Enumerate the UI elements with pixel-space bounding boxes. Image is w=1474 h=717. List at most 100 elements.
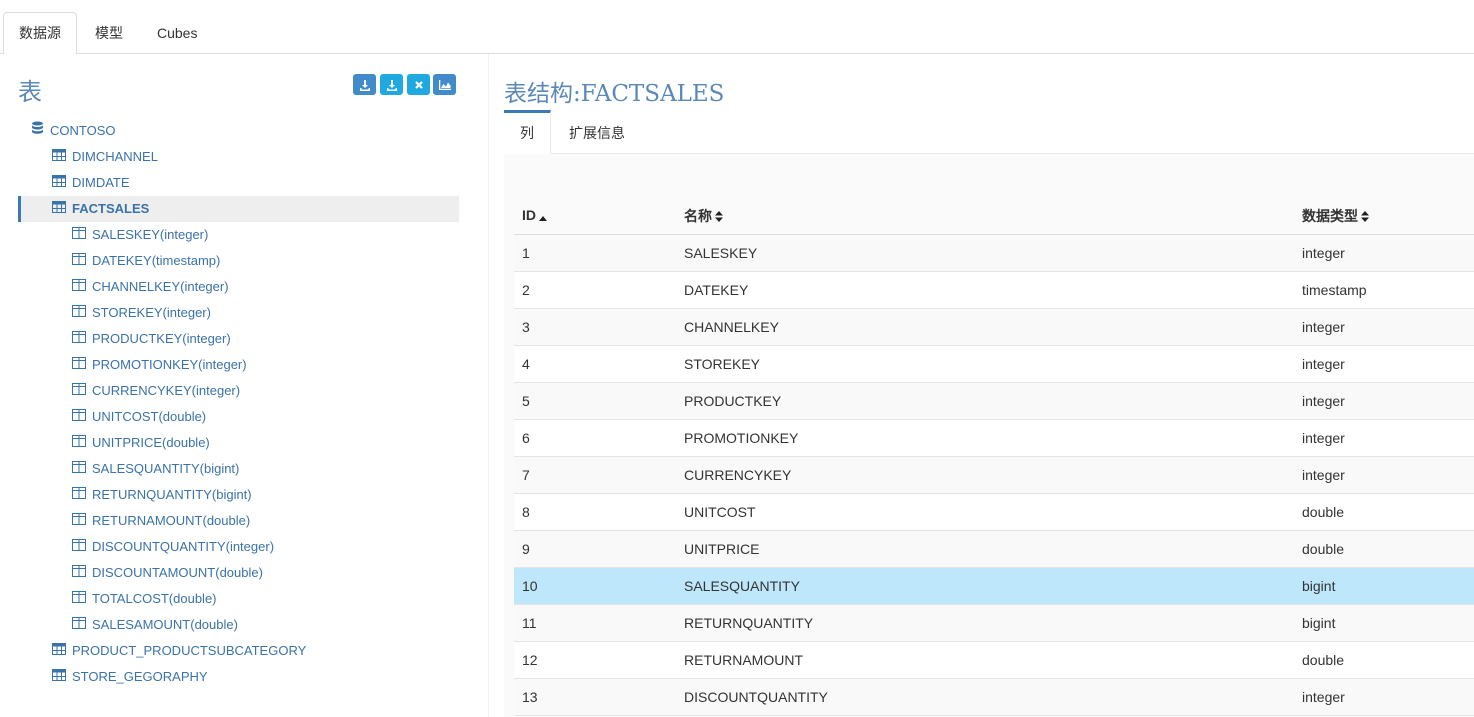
download-icon [359, 79, 370, 91]
download-icon [386, 79, 397, 91]
cell-name: UNITCOST [676, 493, 1294, 531]
cell-id: 13 [514, 678, 676, 716]
columns-table: ID 名称 数据类型 1 SALESKEY integer 2 DATEKEY times… [514, 198, 1474, 716]
cell-datatype: integer [1294, 382, 1474, 420]
cell-id: 12 [514, 641, 676, 679]
tree-column[interactable]: PRODUCTKEY(integer) [72, 326, 231, 352]
tree-table-label: FACTSALES [72, 201, 150, 216]
cell-name: SALESQUANTITY [676, 567, 1294, 605]
tree-column[interactable]: DISCOUNTAMOUNT(double) [72, 560, 263, 586]
download-button[interactable] [380, 74, 403, 95]
table-row[interactable]: 4 STOREKEY integer [514, 345, 1474, 383]
tree-column[interactable]: SALESAMOUNT(double) [72, 612, 238, 638]
tree-item-label: SALESAMOUNT(double) [92, 617, 238, 632]
tree-column[interactable]: STOREKEY(integer) [72, 300, 211, 326]
tree-table[interactable]: PRODUCT_PRODUCTSUBCATEGORY [52, 638, 306, 664]
tree-table[interactable]: DIMDATE [52, 170, 130, 196]
cell-name: DATEKEY [676, 271, 1294, 309]
close-icon [414, 80, 423, 89]
table-row[interactable]: 10 SALESQUANTITY bigint [514, 567, 1474, 605]
tree-column[interactable]: TOTALCOST(double) [72, 586, 217, 612]
tab-extended-info-label: 扩展信息 [569, 125, 625, 141]
cell-datatype: double [1294, 530, 1474, 568]
cell-name: CHANNELKEY [676, 308, 1294, 346]
tree-column[interactable]: PROMOTIONKEY(integer) [72, 352, 247, 378]
table-row[interactable]: 2 DATEKEY timestamp [514, 271, 1474, 309]
cell-name: RETURNQUANTITY [676, 604, 1294, 642]
column-icon [72, 586, 86, 612]
structure-tab-bar: 列 扩展信息 [504, 110, 1474, 155]
cell-datatype: bigint [1294, 604, 1474, 642]
table-row[interactable]: 6 PROMOTIONKEY integer [514, 419, 1474, 457]
tree-item-label: CHANNELKEY(integer) [92, 279, 229, 294]
tree-column[interactable]: SALESQUANTITY(bigint) [72, 456, 239, 482]
table-row[interactable]: 11 RETURNQUANTITY bigint [514, 604, 1474, 642]
column-icon [72, 326, 86, 352]
table-row[interactable]: 13 DISCOUNTQUANTITY integer [514, 678, 1474, 716]
tree-column[interactable]: RETURNAMOUNT(double) [72, 508, 250, 534]
top-tab-bar: 数据源 模型 Cubes [0, 0, 1474, 55]
cell-id: 3 [514, 308, 676, 346]
table-row[interactable]: 12 RETURNAMOUNT double [514, 641, 1474, 679]
tree-column[interactable]: DISCOUNTQUANTITY(integer) [72, 534, 274, 560]
tree-column[interactable]: SALESKEY(integer) [72, 222, 208, 248]
header-datatype[interactable]: 数据类型 [1294, 198, 1474, 235]
table-row[interactable]: 7 CURRENCYKEY integer [514, 456, 1474, 494]
header-id[interactable]: ID [514, 198, 676, 235]
import-button[interactable] [353, 74, 376, 95]
cell-datatype: double [1294, 641, 1474, 679]
delete-button[interactable] [407, 74, 430, 95]
table-row[interactable]: 1 SALESKEY integer [514, 234, 1474, 272]
cell-datatype: integer [1294, 345, 1474, 383]
cell-id: 4 [514, 345, 676, 383]
tree-item-label: PRODUCTKEY(integer) [92, 331, 231, 346]
cell-id: 2 [514, 271, 676, 309]
tree-item-label: SALESQUANTITY(bigint) [92, 461, 240, 476]
tab-extended-info[interactable]: 扩展信息 [553, 110, 641, 154]
tree-column[interactable]: CURRENCYKEY(integer) [72, 378, 240, 404]
table-row[interactable]: 3 CHANNELKEY integer [514, 308, 1474, 346]
cell-name: CURRENCYKEY [676, 456, 1294, 494]
tab-datasource[interactable]: 数据源 [3, 12, 77, 55]
tree-item-label: STORE_GEGORAPHY [72, 669, 208, 684]
tree-table[interactable]: DIMCHANNEL [52, 144, 158, 170]
cell-id: 9 [514, 530, 676, 568]
cell-id: 1 [514, 234, 676, 272]
column-icon [72, 534, 86, 560]
tab-cubes[interactable]: Cubes [141, 12, 213, 54]
chart-button[interactable] [433, 74, 456, 95]
table-row[interactable]: 5 PRODUCTKEY integer [514, 382, 1474, 420]
column-icon [72, 378, 86, 404]
tab-model[interactable]: 模型 [79, 12, 139, 54]
tree-column[interactable]: CHANNELKEY(integer) [72, 274, 229, 300]
header-name[interactable]: 名称 [676, 198, 1294, 235]
tree-item-label: UNITPRICE(double) [92, 435, 210, 450]
tab-columns[interactable]: 列 [504, 110, 551, 155]
tree-column[interactable]: DATEKEY(timestamp) [72, 248, 220, 274]
table-icon [52, 638, 66, 664]
table-icon [52, 144, 66, 170]
tree-item-label: TOTALCOST(double) [92, 591, 217, 606]
cell-id: 5 [514, 382, 676, 420]
column-icon [72, 612, 86, 638]
tree-item-label: PROMOTIONKEY(integer) [92, 357, 247, 372]
column-icon [72, 300, 86, 326]
tables-heading: 表 [18, 78, 42, 106]
cell-datatype: bigint [1294, 567, 1474, 605]
cell-datatype: double [1294, 493, 1474, 531]
header-id-label: ID [522, 207, 536, 224]
tree-database[interactable]: CONTOSO [31, 118, 116, 144]
table-row[interactable]: 8 UNITCOST double [514, 493, 1474, 531]
table-row[interactable]: 9 UNITPRICE double [514, 530, 1474, 568]
tree-column[interactable]: UNITCOST(double) [72, 404, 206, 430]
tree-table[interactable]: STORE_GEGORAPHY [52, 664, 208, 690]
cell-id: 7 [514, 456, 676, 494]
cell-id: 10 [514, 567, 676, 605]
table-structure-title: 表结构:FACTSALES [504, 81, 725, 107]
tree-item-label: RETURNQUANTITY(bigint) [92, 487, 252, 502]
tree-column[interactable]: RETURNQUANTITY(bigint) [72, 482, 252, 508]
tree-item-label: STOREKEY(integer) [92, 305, 211, 320]
tree-table-factsales[interactable]: FACTSALES [52, 196, 149, 222]
tree-column[interactable]: UNITPRICE(double) [72, 430, 210, 456]
sort-icon [715, 209, 723, 225]
